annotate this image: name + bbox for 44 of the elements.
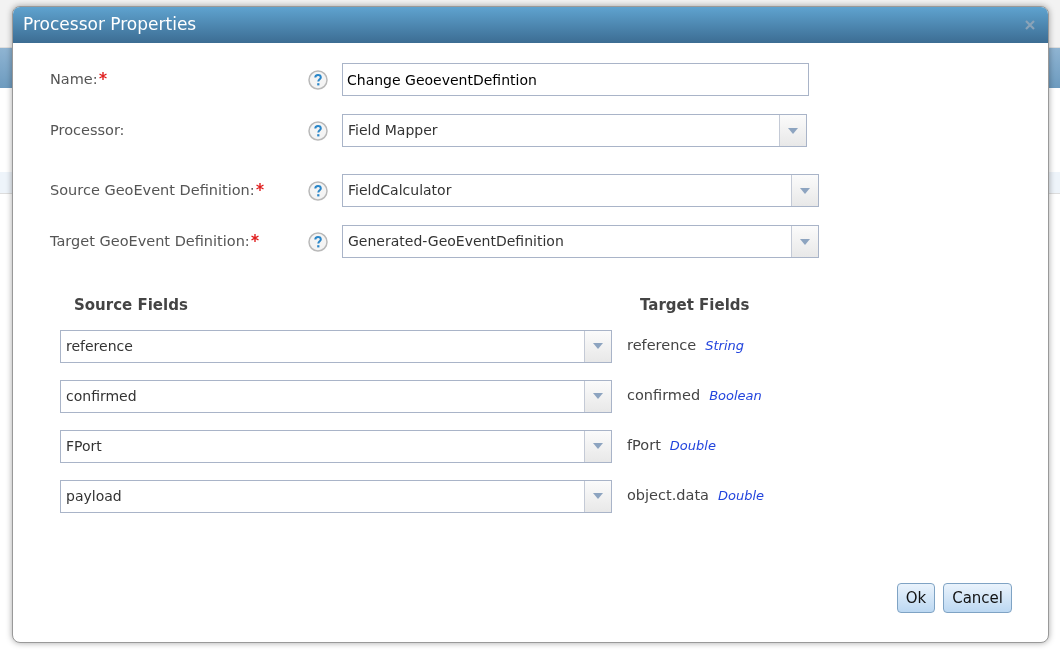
caret-icon xyxy=(800,187,810,194)
field-label: Source GeoEvent Definition: xyxy=(50,180,255,200)
dropdown-button[interactable] xyxy=(584,330,611,362)
dropdown-field[interactable]: confirmed xyxy=(60,379,612,413)
dropdown-button[interactable] xyxy=(779,115,806,146)
field-type: Double xyxy=(669,437,716,456)
dialog-title: Processor Properties xyxy=(23,13,197,37)
dropdown-button[interactable] xyxy=(791,175,818,206)
dropdown-button[interactable] xyxy=(791,226,818,257)
name-field[interactable]: Change GeoeventDefintion xyxy=(342,63,809,96)
ok-button[interactable]: Ok xyxy=(896,582,936,613)
help-icon[interactable] xyxy=(308,69,328,90)
field-type: Double xyxy=(717,487,765,506)
caret-icon xyxy=(788,127,798,134)
help-icon[interactable] xyxy=(308,180,328,201)
caret-icon xyxy=(800,238,810,245)
cancel-button[interactable]: Cancel xyxy=(943,582,1012,613)
caret-icon xyxy=(593,343,603,349)
column-heading: Source Fields xyxy=(74,295,189,316)
dropdown-field[interactable]: reference xyxy=(60,329,612,363)
dropdown-field[interactable]: FPort xyxy=(60,429,612,463)
field-label: Target GeoEvent Definition: xyxy=(50,231,250,251)
dropdown-field[interactable]: Field Mapper xyxy=(342,114,807,147)
dropdown-button[interactable] xyxy=(584,480,611,512)
target-field-name: reference xyxy=(627,336,697,356)
dropdown-button[interactable] xyxy=(584,430,611,462)
dropdown-field[interactable]: Generated-GeoEventDefinition xyxy=(342,225,819,258)
target-field-name: fPort xyxy=(627,436,661,456)
column-heading: Target Fields xyxy=(640,295,750,316)
dropdown-field[interactable]: FieldCalculator xyxy=(342,174,819,207)
target-field-name: object.data xyxy=(627,486,709,506)
dropdown-button[interactable] xyxy=(584,380,611,412)
close-icon[interactable] xyxy=(1024,19,1036,31)
caret-icon xyxy=(593,493,603,499)
caret-icon xyxy=(593,393,603,399)
field-type: String xyxy=(705,337,745,356)
help-icon[interactable] xyxy=(308,120,328,141)
field-type: Boolean xyxy=(709,387,762,406)
caret-icon xyxy=(593,443,603,449)
field-label: Name: xyxy=(50,69,98,89)
help-icon[interactable] xyxy=(308,231,328,252)
dropdown-field[interactable]: payload xyxy=(60,479,612,513)
field-label: Processor: xyxy=(50,120,125,140)
target-field-name: confirmed xyxy=(627,386,701,406)
